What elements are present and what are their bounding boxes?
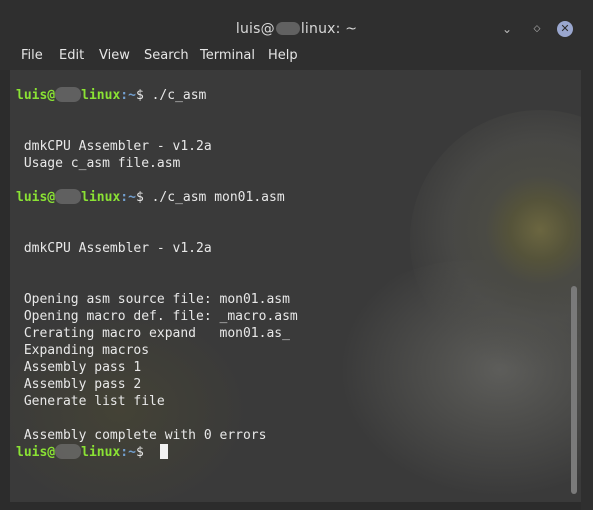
menu-help[interactable]: Help (268, 48, 298, 64)
output-line: dmkCPU Assembler - v1.2a (16, 240, 298, 257)
output-text: Opening asm source file: mon01.asm (16, 292, 290, 307)
menu-file[interactable]: File (21, 48, 43, 64)
output-text: Assembly pass 1 (16, 360, 142, 375)
terminal-scrollbar[interactable] (571, 286, 577, 494)
prompt-host: linux (81, 445, 121, 460)
output-line: dmkCPU Assembler - v1.2a (16, 138, 298, 155)
output-text: Assembly pass 2 (16, 377, 142, 392)
terminal-output: luis@ linux:~$ ./c_asm dmkCPU Assembler -… (16, 87, 298, 461)
output-line: Opening asm source file: mon01.asm (16, 291, 298, 308)
prompt-host: linux (81, 88, 121, 103)
redacted-hostname (55, 189, 82, 204)
text-cursor (159, 444, 168, 459)
output-line: Usage c_asm file.asm (16, 155, 298, 172)
minimize-button[interactable]: ⌄ (498, 20, 516, 38)
output-text: dmkCPU Assembler - v1.2a (16, 139, 212, 154)
output-text: Usage c_asm file.asm (16, 156, 181, 171)
prompt-line: luis@ linux:~$ ./c_asm (16, 87, 298, 104)
output-line: Assembly complete with 0 errors (16, 427, 298, 444)
maximize-button[interactable]: ◇ (528, 20, 546, 38)
prompt-host: linux (81, 190, 121, 205)
title-user: luis@ (235, 21, 275, 37)
prompt-line: luis@ linux:~$ (16, 444, 298, 461)
menu-view[interactable]: View (99, 48, 130, 64)
title-host-suffix: linux: ~ (300, 21, 358, 37)
output-line: Opening macro def. file: _macro.asm (16, 308, 298, 325)
prompt-path: :~ (120, 88, 136, 103)
close-button[interactable]: ✕ (557, 21, 573, 37)
output-line: Crerating macro expand mon01.as_ (16, 325, 298, 342)
output-text: Generate list file (16, 394, 165, 409)
window-edge (581, 70, 593, 510)
prompt-user: luis@ (16, 190, 56, 205)
terminal-window: luis@ linux: ~ ⌄ ◇ ✕ File Edit View Searc… (0, 0, 593, 510)
menu-edit[interactable]: Edit (59, 48, 84, 64)
output-text: Assembly complete with 0 errors (16, 428, 267, 443)
prompt-user: luis@ (16, 445, 56, 460)
output-text: Crerating macro expand mon01.as_ (16, 326, 290, 341)
title-bar[interactable]: luis@ linux: ~ ⌄ ◇ ✕ (0, 0, 593, 42)
output-text: Expanding macros (16, 343, 150, 358)
command-text: ./c_asm mon01.asm (143, 190, 285, 205)
output-line: Assembly pass 2 (16, 376, 298, 393)
menu-bar: File Edit View Search Terminal Help (0, 42, 593, 70)
menu-terminal[interactable]: Terminal (200, 48, 255, 64)
terminal-area[interactable]: luis@ linux:~$ ./c_asm dmkCPU Assembler -… (10, 70, 581, 502)
menu-search[interactable]: Search (144, 48, 189, 64)
prompt-sign: $ (135, 88, 144, 103)
redacted-hostname (55, 444, 82, 459)
output-line: Generate list file (16, 393, 298, 410)
command-text (144, 445, 152, 460)
prompt-path: :~ (120, 445, 136, 460)
redacted-hostname (55, 87, 82, 102)
prompt-sign: $ (135, 445, 144, 460)
output-text: Opening macro def. file: _macro.asm (16, 309, 298, 324)
output-line: Assembly pass 1 (16, 359, 298, 376)
output-text: dmkCPU Assembler - v1.2a (16, 241, 212, 256)
redacted-hostname (275, 22, 300, 35)
prompt-line: luis@ linux:~$ ./c_asm mon01.asm (16, 189, 298, 206)
output-line: Expanding macros (16, 342, 298, 359)
prompt-user: luis@ (16, 88, 56, 103)
prompt-path: :~ (120, 190, 136, 205)
prompt-sign: $ (135, 190, 144, 205)
command-text: ./c_asm (143, 88, 207, 103)
